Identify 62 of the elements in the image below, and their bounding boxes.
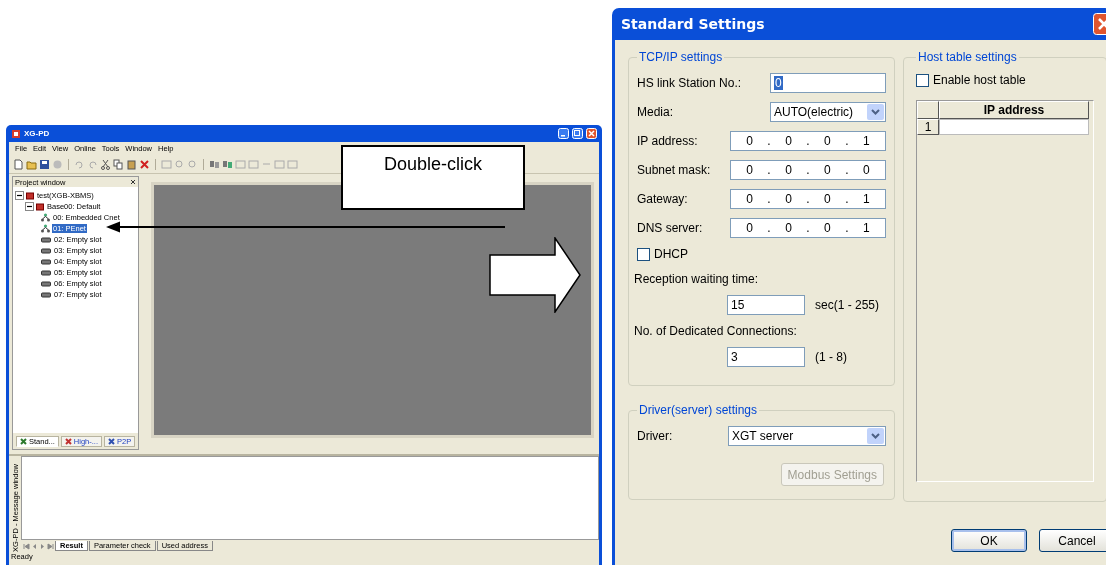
checkbox[interactable] (916, 73, 929, 87)
save-icon[interactable] (39, 158, 50, 170)
collapse-icon[interactable] (15, 191, 24, 200)
cross-icon (20, 437, 27, 445)
base-icon (36, 202, 44, 211)
field-label: No. of Dedicated Connections: (634, 324, 797, 338)
collapse-icon[interactable] (25, 202, 34, 211)
scissors-icon[interactable] (100, 158, 111, 170)
window-title: XG-PD (24, 129, 51, 138)
field-label: IP address: (637, 133, 699, 148)
minimize-button[interactable] (558, 128, 569, 139)
new-file-icon[interactable] (13, 158, 24, 170)
field-label: Driver: (637, 428, 674, 443)
dialog-button[interactable]: OK (951, 529, 1027, 552)
chevron-down-icon (869, 430, 882, 441)
column-header: IP address (939, 101, 1089, 119)
row-number: 1 (917, 119, 939, 135)
chevron-down-icon (869, 106, 882, 117)
field-label: Reception waiting time: (634, 272, 759, 286)
group-title: Host table settings (917, 50, 1018, 64)
copy-icon[interactable] (113, 158, 124, 170)
dialog-title: Standard Settings (621, 16, 765, 32)
prev-icon[interactable] (31, 542, 38, 550)
last-icon[interactable] (47, 542, 54, 550)
unit-label: (1 - 8) (815, 350, 847, 364)
first-icon[interactable] (23, 542, 30, 550)
field-label: Subnet mask: (637, 162, 712, 177)
network-icon (41, 213, 50, 222)
input-field[interactable]: 3 (727, 347, 805, 367)
cross-icon (64, 437, 72, 445)
checkbox[interactable] (637, 247, 650, 261)
dropdown[interactable]: AUTO(electric) (770, 101, 886, 122)
ip-address-field[interactable]: 0 . 0 . 0 . 1 (730, 188, 886, 209)
group-title: Driver(server) settings (638, 403, 759, 417)
app-logo-icon (11, 128, 21, 139)
ip-address-field[interactable]: 0 . 0 . 0 . 1 (730, 130, 886, 151)
input-field[interactable]: 15 (727, 295, 805, 315)
close-icon[interactable] (130, 179, 136, 185)
close-button[interactable] (586, 128, 597, 139)
checkbox-label: Enable host table (933, 73, 1026, 87)
input-field[interactable]: 0 (770, 72, 886, 93)
undo-icon[interactable] (74, 158, 85, 170)
unit-label: sec(1 - 255) (815, 298, 880, 312)
table-cell[interactable] (939, 119, 1089, 135)
maximize-button[interactable] (572, 128, 583, 139)
field-label: HS link Station No.: (637, 75, 742, 90)
field-label: Media: (637, 104, 675, 119)
next-icon[interactable] (39, 542, 46, 550)
dropdown[interactable]: XGT server (728, 425, 886, 446)
ip-address-field[interactable]: 0 . 0 . 0 . 0 (730, 159, 886, 180)
paste-icon[interactable] (126, 158, 137, 170)
cross-icon (108, 437, 116, 445)
field-label: DNS server: (637, 220, 704, 235)
network-icon (41, 224, 50, 233)
project-icon (26, 191, 34, 200)
callout-box: Double-click (341, 145, 525, 210)
group-title: TCP/IP settings (638, 50, 724, 64)
field-label: Gateway: (637, 191, 689, 206)
delete-icon[interactable] (139, 158, 150, 170)
ip-address-field[interactable]: 0 . 0 . 0 . 1 (730, 217, 886, 238)
checkbox-label: DHCP (654, 247, 688, 261)
dialog-button[interactable]: Cancel (1039, 529, 1106, 552)
